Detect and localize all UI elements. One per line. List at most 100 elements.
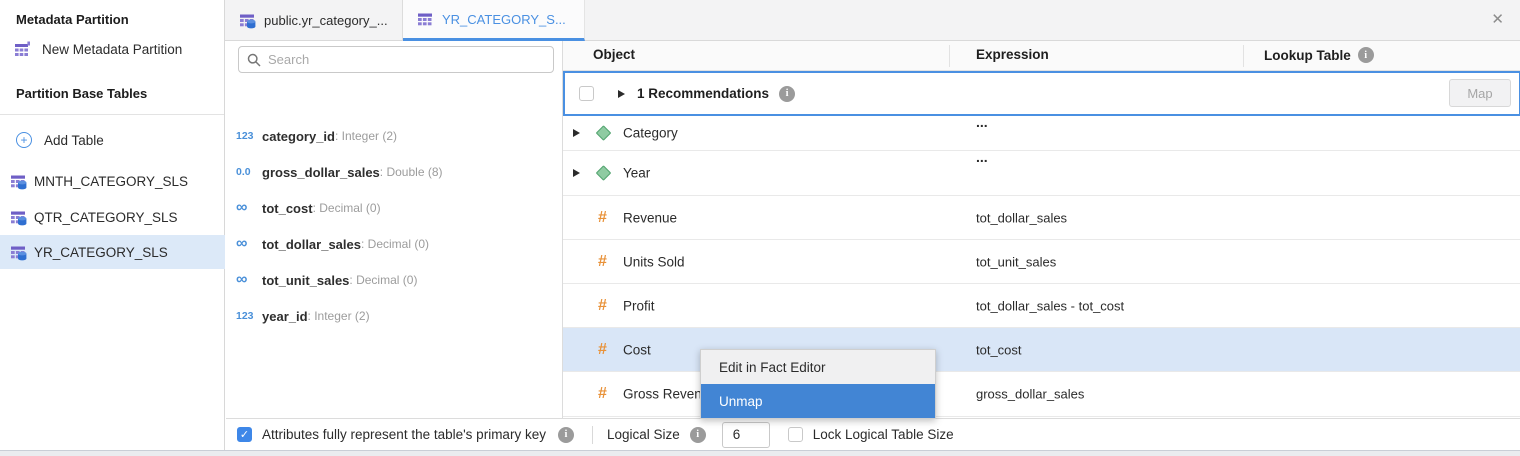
recommendations-info-icon[interactable]: i [779,86,795,102]
link-type-icon: ∞ [236,239,262,249]
link-type-icon: ∞ [236,275,262,285]
column-item-tot-unit-sales[interactable]: ∞ tot_unit_sales Decimal (0) [226,262,562,298]
tab-label: YR_CATEGORY_S... [442,12,566,27]
new-partition-table-icon [14,41,31,58]
sidebar: Metadata Partition New Metadata Partitio… [0,0,225,450]
double-type-icon: 0.0 [236,166,262,178]
logical-size-input[interactable] [722,422,770,448]
column-name: category_id [262,129,335,144]
attribute-diamond-icon [596,125,612,141]
column-header-object: Object [593,47,635,62]
object-name: Cost [623,342,651,357]
close-icon[interactable]: ✕ [1491,10,1504,28]
expression-value: tot_cost [976,342,1022,357]
lookup-table-info-icon[interactable]: i [1358,47,1374,63]
primary-key-checkbox[interactable]: ✓ [237,427,252,442]
partition-base-tables-title: Partition Base Tables [16,86,147,101]
recommendations-label: 1 Recommendations [637,86,769,101]
column-type: Double (8) [380,165,443,179]
expression-value: tot_unit_sales [976,254,1056,269]
new-metadata-partition-button[interactable]: New Metadata Partition [0,36,225,62]
add-table-label: Add Table [44,133,104,148]
new-metadata-partition-label: New Metadata Partition [42,42,182,57]
table-grid-icon [417,11,434,28]
checkmark-icon: ✓ [240,428,249,441]
add-table-button[interactable]: + Add Table [0,127,225,153]
search-input[interactable] [268,52,528,67]
footer-divider [592,426,593,444]
attribute-diamond-icon [596,165,612,181]
fact-hash-icon: # [598,341,607,359]
row-category[interactable]: Category ... [563,116,1520,151]
expand-chevron-icon[interactable] [618,90,625,98]
menu-item-unmap[interactable]: Unmap [701,384,935,418]
column-item-tot-dollar-sales[interactable]: ∞ tot_dollar_sales Decimal (0) [226,226,562,262]
tab-bar: public.yr_category_... YR_CATEGORY_S... … [225,0,1520,41]
column-type: Integer (2) [308,309,370,323]
expression-value: tot_dollar_sales - tot_cost [976,298,1124,313]
expression-ellipsis: ... [976,149,988,165]
column-header-expression: Expression [976,47,1049,62]
integer-type-icon: 123 [236,310,262,322]
table-name: MNTH_CATEGORY_SLS [34,174,188,189]
header-divider [1243,45,1244,67]
column-name: gross_dollar_sales [262,165,380,180]
map-button[interactable]: Map [1449,79,1511,107]
sidebar-item-qtr-category-sls[interactable]: QTR_CATEGORY_SLS [0,200,225,234]
object-name: Year [623,166,650,181]
column-item-tot-cost[interactable]: ∞ tot_cost Decimal (0) [226,190,562,226]
lock-logical-size-checkbox[interactable] [788,427,803,442]
bottom-edge-strip [0,450,1520,456]
metadata-partition-title: Metadata Partition [16,12,129,27]
row-year[interactable]: Year ... [563,151,1520,196]
table-db-icon [10,209,27,226]
recommendations-row[interactable]: 1 Recommendations i Map [563,71,1520,116]
column-header-lookup-table: Lookup Table i [1264,47,1374,63]
sidebar-item-yr-category-sls[interactable]: YR_CATEGORY_SLS [0,235,225,269]
expand-chevron-icon[interactable] [573,129,580,137]
search-icon [247,53,261,67]
header-divider [949,45,950,67]
lock-logical-size-label: Lock Logical Table Size [813,427,954,442]
menu-item-edit-in-fact-editor[interactable]: Edit in Fact Editor [701,350,935,384]
column-name: tot_cost [262,201,313,216]
column-name: year_id [262,309,308,324]
column-type: Decimal (0) [313,201,381,215]
primary-key-info-icon[interactable]: i [558,427,574,443]
object-name: Profit [623,298,655,313]
link-type-icon: ∞ [236,203,262,213]
search-box[interactable] [238,46,554,73]
table-name: YR_CATEGORY_SLS [34,245,168,260]
column-type: Decimal (0) [349,273,417,287]
tab-yr-category-sls-active[interactable]: YR_CATEGORY_S... [403,0,585,41]
column-item-year-id[interactable]: 123 year_id Integer (2) [226,298,562,334]
fact-hash-icon: # [598,253,607,271]
expression-value: tot_dollar_sales [976,210,1067,225]
row-revenue[interactable]: # Revenue tot_dollar_sales [563,196,1520,240]
fact-hash-icon: # [598,385,607,403]
add-plus-icon: + [16,132,32,148]
row-profit[interactable]: # Profit tot_dollar_sales - tot_cost [563,284,1520,328]
row-units-sold[interactable]: # Units Sold tot_unit_sales [563,240,1520,284]
primary-key-label: Attributes fully represent the table's p… [262,427,546,442]
sidebar-item-mnth-category-sls[interactable]: MNTH_CATEGORY_SLS [0,164,225,198]
expression-value: gross_dollar_sales [976,387,1084,402]
column-type: Decimal (0) [361,237,429,251]
expand-chevron-icon[interactable] [573,169,580,177]
column-item-gross-dollar-sales[interactable]: 0.0 gross_dollar_sales Double (8) [226,154,562,190]
logical-size-info-icon[interactable]: i [690,427,706,443]
column-name: tot_dollar_sales [262,237,361,252]
column-item-category-id[interactable]: 123 category_id Integer (2) [226,118,562,154]
fact-hash-icon: # [598,209,607,227]
tab-label: public.yr_category_... [264,13,388,28]
column-type: Integer (2) [335,129,397,143]
object-name: Units Sold [623,254,685,269]
tab-public-yr-category[interactable]: public.yr_category_... [225,0,403,41]
sidebar-divider [0,114,224,115]
recommendations-checkbox[interactable] [579,86,594,101]
expression-ellipsis: ... [976,114,988,130]
object-name: Revenue [623,210,677,225]
table-header-row: Object Expression Lookup Table i [563,41,1520,71]
column-name: tot_unit_sales [262,273,349,288]
logical-size-label: Logical Size [607,427,680,442]
